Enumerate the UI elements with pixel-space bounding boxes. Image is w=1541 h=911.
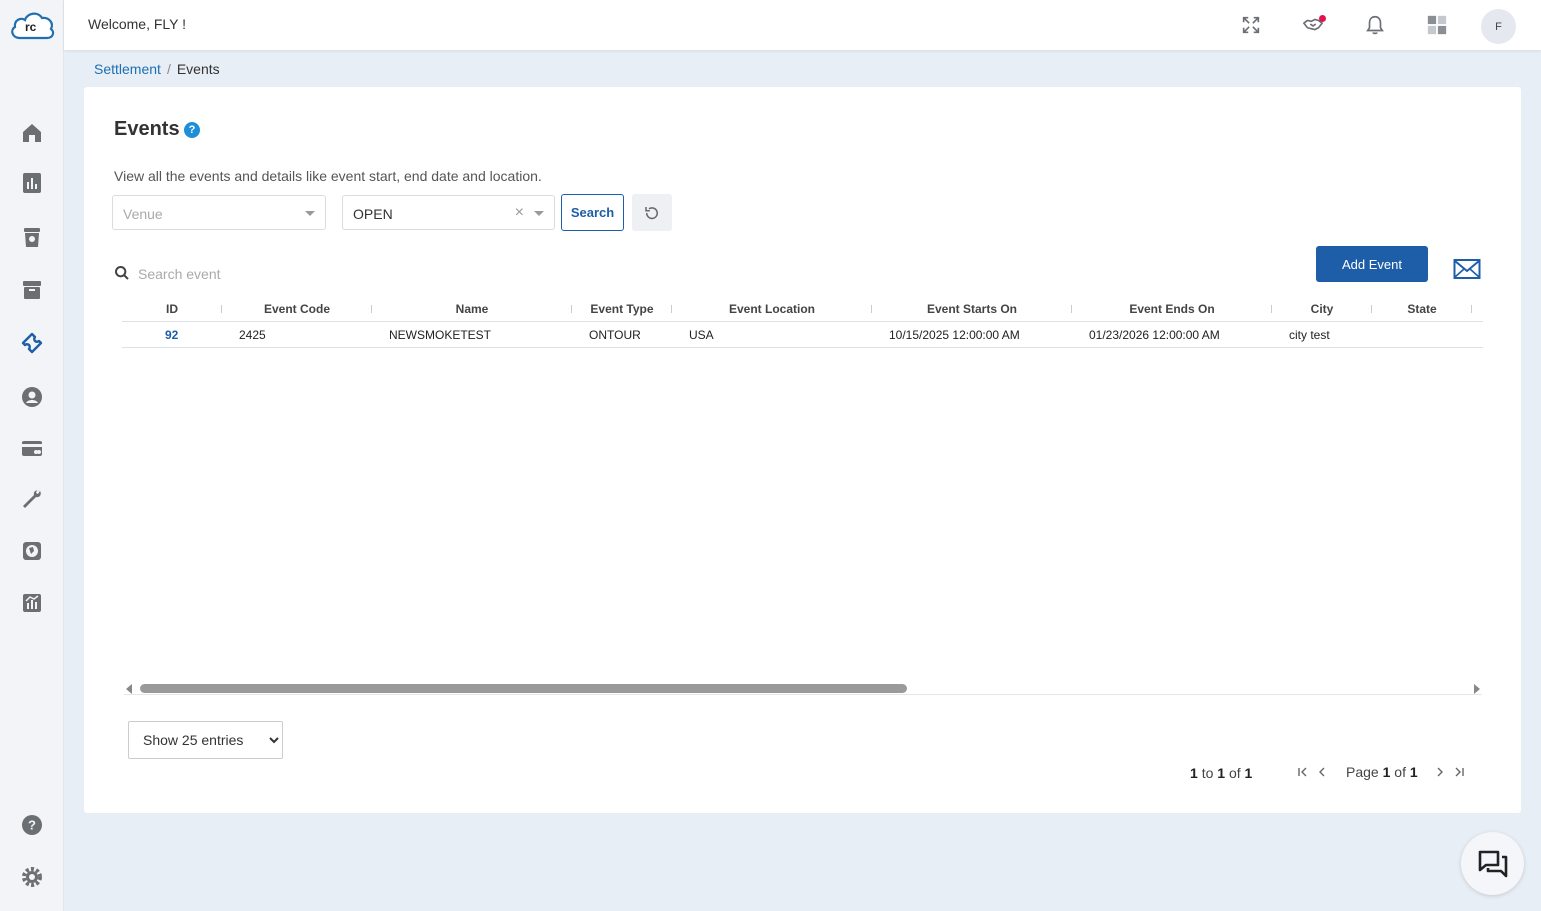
reset-button[interactable] [632, 194, 672, 231]
mail-icon[interactable] [1453, 258, 1481, 280]
last-page-icon[interactable] [1453, 765, 1465, 781]
paging-total: 1 [1244, 765, 1253, 781]
column-header-city[interactable]: City [1272, 297, 1372, 321]
globe-icon[interactable] [19, 538, 45, 564]
wrench-icon[interactable] [19, 486, 45, 512]
column-header-event-type[interactable]: Event Type [572, 297, 672, 321]
first-page-icon[interactable] [1297, 765, 1309, 781]
cell-event-code: 2425 [239, 327, 266, 342]
cell-event-starts-on: 10/15/2025 12:00:00 AM [889, 327, 1020, 342]
venue-placeholder: Venue [123, 206, 163, 222]
paging-summary: 1 to 1 of 1 [1190, 765, 1252, 781]
breadcrumb: Settlement / Events [94, 61, 220, 77]
fullscreen-icon[interactable] [1238, 12, 1264, 38]
sidebar: rc ? [0, 0, 64, 911]
credit-card-icon[interactable] [19, 435, 45, 461]
breadcrumb-settlement[interactable]: Settlement [94, 61, 161, 77]
ticket-icon[interactable] [19, 330, 45, 356]
top-bar: Welcome, FLY ! F [64, 0, 1541, 50]
home-icon[interactable] [19, 120, 45, 146]
cell-name: NEWSMOKETEST [389, 327, 492, 342]
bar-chart-icon[interactable] [19, 170, 45, 196]
cell-state [1389, 322, 1472, 347]
column-resizer[interactable] [1471, 305, 1472, 313]
page-of-word: of [1394, 764, 1406, 780]
cell-event-ends-on: 01/23/2026 12:00:00 AM [1089, 327, 1220, 342]
event-search [114, 263, 514, 285]
column-header-id[interactable]: ID [122, 297, 222, 321]
column-header-state[interactable]: State [1372, 297, 1472, 321]
current-page: 1 [1382, 764, 1391, 780]
venue-select[interactable]: Venue [112, 195, 326, 230]
breadcrumb-separator: / [166, 61, 171, 77]
help-icon[interactable]: ? [19, 812, 45, 838]
refresh-icon [645, 206, 658, 219]
add-event-button[interactable]: Add Event [1316, 246, 1428, 282]
cell-city: city test [1289, 327, 1330, 342]
status-select[interactable]: OPEN × [342, 195, 555, 230]
column-header-event-ends-on[interactable]: Event Ends On [1072, 297, 1272, 321]
settings-icon[interactable] [19, 864, 45, 890]
page-title: Events [114, 118, 180, 140]
scroll-right-icon[interactable] [1474, 684, 1480, 694]
help-badge-icon[interactable]: ? [184, 122, 200, 138]
notification-dot [1319, 15, 1326, 22]
user-avatar[interactable]: F [1481, 9, 1516, 44]
breadcrumb-current: Events [176, 61, 220, 77]
paging-to: 1 [1217, 765, 1226, 781]
total-pages: 1 [1409, 764, 1418, 780]
events-card: Events ? View all the events and details… [84, 87, 1521, 813]
svg-text:?: ? [28, 818, 36, 833]
scroll-left-icon[interactable] [126, 684, 132, 694]
next-page-icon[interactable] [1434, 765, 1446, 781]
status-value: OPEN [353, 206, 393, 222]
events-table: ID Event Code Name Event Type Event Loca… [122, 297, 1483, 348]
paging-to-word: to [1201, 765, 1214, 781]
page-size-select[interactable]: Show 25 entries [128, 721, 283, 759]
page-description: View all the events and details like eve… [114, 168, 542, 184]
column-header-event-location[interactable]: Event Location [672, 297, 872, 321]
user-circle-icon[interactable] [19, 384, 45, 410]
search-event-input[interactable] [138, 263, 438, 285]
search-icon [115, 266, 129, 280]
chat-button[interactable] [1461, 832, 1524, 895]
event-id-link[interactable]: 92 [165, 328, 178, 342]
scrollbar-thumb[interactable] [140, 684, 907, 693]
page-word: Page [1346, 764, 1379, 780]
cell-event-location: USA [689, 327, 714, 342]
chevron-down-icon [534, 211, 544, 216]
table-row[interactable]: 92 2425 NEWSMOKETEST ONTOUR USA 10/15/20… [122, 322, 1483, 348]
clear-icon[interactable]: × [515, 204, 524, 222]
horizontal-scrollbar[interactable] [124, 683, 1482, 695]
apps-grid-icon[interactable] [1424, 12, 1450, 38]
chat-icon [1478, 850, 1507, 877]
search-button[interactable]: Search [561, 194, 624, 231]
prev-page-icon[interactable] [1316, 765, 1328, 781]
column-header-name[interactable]: Name [372, 297, 572, 321]
analytics-icon[interactable] [19, 590, 45, 616]
logo-text: rc [25, 20, 37, 34]
cell-event-type: ONTOUR [589, 327, 641, 342]
bell-icon[interactable] [1362, 12, 1388, 38]
archive-icon[interactable] [19, 277, 45, 303]
table-header: ID Event Code Name Event Type Event Loca… [122, 297, 1483, 322]
rc-logo[interactable]: rc [8, 8, 56, 42]
column-header-event-starts-on[interactable]: Event Starts On [872, 297, 1072, 321]
paging-of-word: of [1228, 765, 1241, 781]
handshake-icon[interactable] [1300, 12, 1326, 38]
paging-from: 1 [1190, 765, 1198, 781]
column-header-event-code[interactable]: Event Code [222, 297, 372, 321]
trash-bin-icon[interactable] [19, 224, 45, 250]
welcome-text: Welcome, FLY ! [88, 16, 187, 32]
cell-id[interactable]: 92 [165, 322, 222, 347]
chevron-down-icon [305, 211, 315, 216]
page-info: Page 1 of 1 [1346, 764, 1418, 780]
